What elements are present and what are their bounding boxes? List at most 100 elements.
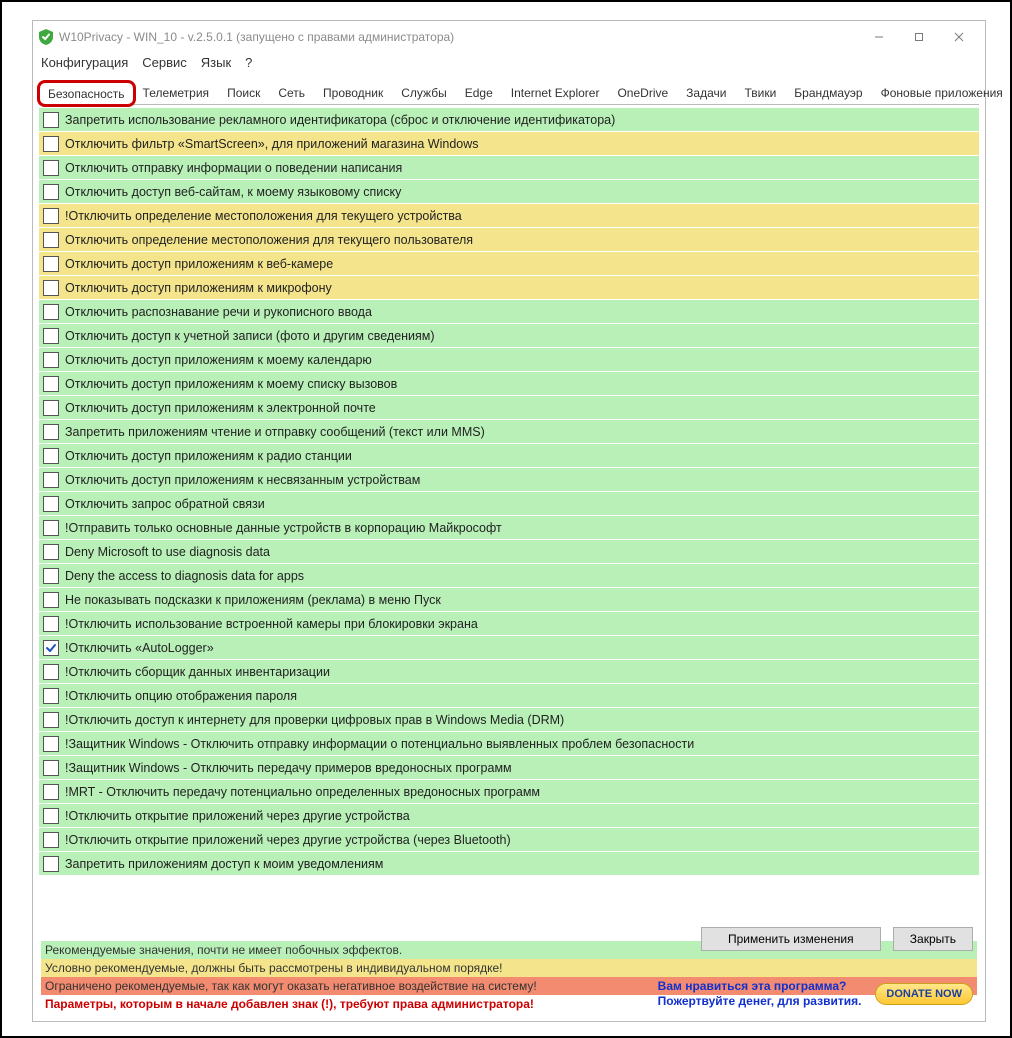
tab-8[interactable]: OneDrive [608, 81, 677, 104]
setting-checkbox[interactable] [43, 304, 59, 320]
setting-checkbox[interactable] [43, 664, 59, 680]
window-maximize-button[interactable] [899, 23, 939, 51]
setting-checkbox[interactable] [43, 184, 59, 200]
setting-checkbox[interactable] [43, 760, 59, 776]
setting-row: Отключить доступ к учетной записи (фото … [39, 324, 979, 347]
setting-label: Отключить доступ к учетной записи (фото … [65, 329, 435, 343]
legend-yellow: Условно рекомендуемые, должны быть рассм… [41, 959, 977, 977]
setting-label: Отключить отправку информации о поведени… [65, 161, 402, 175]
setting-row: !Отключить доступ к интернету для провер… [39, 708, 979, 731]
setting-label: !MRT - Отключить передачу потенциально о… [65, 785, 540, 799]
donate-button[interactable]: DONATE NOW [875, 983, 973, 1005]
tab-1[interactable]: Телеметрия [134, 81, 219, 104]
setting-label: Отключить фильтр «SmartScreen», для прил… [65, 137, 479, 151]
setting-label: !Отправить только основные данные устрой… [65, 521, 502, 535]
setting-checkbox[interactable] [43, 160, 59, 176]
setting-checkbox[interactable] [43, 784, 59, 800]
setting-checkbox[interactable] [43, 568, 59, 584]
setting-row: !Защитник Windows - Отключить отправку и… [39, 732, 979, 755]
setting-checkbox[interactable] [43, 472, 59, 488]
setting-checkbox[interactable] [43, 520, 59, 536]
menu-item-1[interactable]: Сервис [142, 55, 187, 70]
setting-checkbox[interactable] [43, 208, 59, 224]
setting-checkbox[interactable] [43, 544, 59, 560]
setting-row: Отключить доступ приложениям к электронн… [39, 396, 979, 419]
setting-row: Отключить отправку информации о поведени… [39, 156, 979, 179]
setting-label: Отключить определение местоположения для… [65, 233, 473, 247]
setting-label: !Отключить открытие приложений через дру… [65, 809, 410, 823]
setting-row: !Отключить открытие приложений через дру… [39, 828, 979, 851]
setting-checkbox[interactable] [43, 400, 59, 416]
setting-checkbox[interactable] [43, 352, 59, 368]
setting-checkbox[interactable] [43, 640, 59, 656]
setting-label: Не показывать подсказки к приложениям (р… [65, 593, 441, 607]
setting-row: !Отправить только основные данные устрой… [39, 516, 979, 539]
setting-checkbox[interactable] [43, 448, 59, 464]
setting-checkbox[interactable] [43, 328, 59, 344]
setting-label: !Отключить «AutoLogger» [65, 641, 214, 655]
setting-row: !Отключить сборщик данных инвентаризации [39, 660, 979, 683]
setting-row: Отключить доступ приложениям к несвязанн… [39, 468, 979, 491]
setting-checkbox[interactable] [43, 424, 59, 440]
close-button[interactable]: Закрыть [893, 927, 973, 951]
setting-checkbox[interactable] [43, 376, 59, 392]
setting-row: Отключить распознавание речи и рукописно… [39, 300, 979, 323]
tab-11[interactable]: Брандмауэр [785, 81, 871, 104]
setting-row: !MRT - Отключить передачу потенциально о… [39, 780, 979, 803]
setting-checkbox[interactable] [43, 136, 59, 152]
donate-text: Вам нравиться эта программа?Пожертвуйте … [658, 979, 862, 1009]
setting-row: Запретить использование рекламного идент… [39, 108, 979, 131]
setting-row: Deny the access to diagnosis data for ap… [39, 564, 979, 587]
tab-6[interactable]: Edge [456, 81, 502, 104]
tab-3[interactable]: Сеть [269, 81, 314, 104]
setting-row: Запретить приложениям доступ к моим увед… [39, 852, 979, 875]
tab-9[interactable]: Задачи [677, 81, 735, 104]
setting-label: Отключить доступ веб-сайтам, к моему язы… [65, 185, 401, 199]
setting-checkbox[interactable] [43, 808, 59, 824]
setting-row: !Отключить использование встроенной каме… [39, 612, 979, 635]
setting-checkbox[interactable] [43, 496, 59, 512]
setting-row: Отключить доступ приложениям к веб-камер… [39, 252, 979, 275]
setting-label: !Отключить доступ к интернету для провер… [65, 713, 564, 727]
setting-label: Запретить приложениям доступ к моим увед… [65, 857, 383, 871]
setting-label: !Защитник Windows - Отключить отправку и… [65, 737, 694, 751]
window-minimize-button[interactable] [859, 23, 899, 51]
setting-checkbox[interactable] [43, 832, 59, 848]
menu-item-2[interactable]: Язык [201, 55, 231, 70]
window-close-button[interactable] [939, 23, 979, 51]
setting-label: Запретить приложениям чтение и отправку … [65, 425, 485, 439]
setting-row: Отключить доступ веб-сайтам, к моему язы… [39, 180, 979, 203]
setting-label: !Отключить использование встроенной каме… [65, 617, 478, 631]
setting-row: !Отключить «AutoLogger» [39, 636, 979, 659]
setting-checkbox[interactable] [43, 280, 59, 296]
setting-checkbox[interactable] [43, 232, 59, 248]
setting-row: Deny Microsoft to use diagnosis data [39, 540, 979, 563]
tab-7[interactable]: Internet Explorer [502, 81, 609, 104]
apply-button[interactable]: Применить изменения [701, 927, 881, 951]
setting-label: !Отключить определение местоположения дл… [65, 209, 462, 223]
setting-label: !Защитник Windows - Отключить передачу п… [65, 761, 512, 775]
setting-row: Отключить доступ приложениям к радио ста… [39, 444, 979, 467]
setting-label: Отключить доступ приложениям к веб-камер… [65, 257, 333, 271]
setting-label: Отключить распознавание речи и рукописно… [65, 305, 372, 319]
setting-checkbox[interactable] [43, 256, 59, 272]
setting-checkbox[interactable] [43, 616, 59, 632]
setting-checkbox[interactable] [43, 736, 59, 752]
tab-10[interactable]: Твики [735, 81, 785, 104]
menu-item-0[interactable]: Конфигурация [41, 55, 128, 70]
tab-4[interactable]: Проводник [314, 81, 392, 104]
setting-checkbox[interactable] [43, 712, 59, 728]
setting-row: Отключить определение местоположения для… [39, 228, 979, 251]
tab-5[interactable]: Службы [392, 81, 455, 104]
menu-item-3[interactable]: ? [245, 55, 252, 70]
setting-label: Отключить запрос обратной связи [65, 497, 265, 511]
setting-checkbox[interactable] [43, 856, 59, 872]
setting-checkbox[interactable] [43, 688, 59, 704]
tab-12[interactable]: Фоновые приложения [872, 81, 1012, 104]
setting-checkbox[interactable] [43, 112, 59, 128]
setting-checkbox[interactable] [43, 592, 59, 608]
tab-2[interactable]: Поиск [218, 81, 269, 104]
tab-0[interactable]: Безопасность [39, 82, 134, 105]
setting-row: !Отключить открытие приложений через дру… [39, 804, 979, 827]
setting-row: !Отключить опцию отображения пароля [39, 684, 979, 707]
